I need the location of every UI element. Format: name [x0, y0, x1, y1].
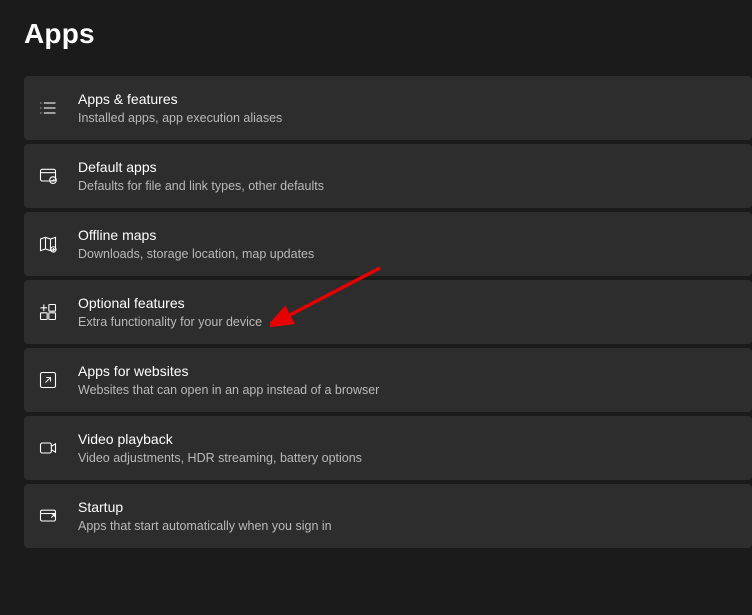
- item-title: Video playback: [78, 430, 362, 448]
- item-subtitle: Defaults for file and link types, other …: [78, 178, 324, 194]
- list-icon: [38, 98, 78, 118]
- item-subtitle: Installed apps, app execution aliases: [78, 110, 282, 126]
- item-apps-for-websites[interactable]: Apps for websites Websites that can open…: [24, 348, 752, 412]
- apps-settings-list: Apps & features Installed apps, app exec…: [24, 76, 752, 548]
- item-title: Offline maps: [78, 226, 314, 244]
- item-title: Apps & features: [78, 90, 282, 108]
- page-title: Apps: [24, 18, 752, 50]
- item-startup[interactable]: Startup Apps that start automatically wh…: [24, 484, 752, 548]
- open-app-icon: [38, 370, 78, 390]
- item-default-apps[interactable]: Default apps Defaults for file and link …: [24, 144, 752, 208]
- item-subtitle: Downloads, storage location, map updates: [78, 246, 314, 262]
- item-title: Default apps: [78, 158, 324, 176]
- item-subtitle: Video adjustments, HDR streaming, batter…: [78, 450, 362, 466]
- item-optional-features[interactable]: Optional features Extra functionality fo…: [24, 280, 752, 344]
- item-apps-and-features[interactable]: Apps & features Installed apps, app exec…: [24, 76, 752, 140]
- item-subtitle: Websites that can open in an app instead…: [78, 382, 379, 398]
- video-icon: [38, 438, 78, 458]
- apps-add-icon: [38, 302, 78, 322]
- map-download-icon: [38, 234, 78, 254]
- item-subtitle: Extra functionality for your device: [78, 314, 262, 330]
- item-title: Optional features: [78, 294, 262, 312]
- item-title: Apps for websites: [78, 362, 379, 380]
- item-offline-maps[interactable]: Offline maps Downloads, storage location…: [24, 212, 752, 276]
- item-title: Startup: [78, 498, 332, 516]
- startup-icon: [38, 506, 78, 526]
- window-check-icon: [38, 166, 78, 186]
- item-subtitle: Apps that start automatically when you s…: [78, 518, 332, 534]
- item-video-playback[interactable]: Video playback Video adjustments, HDR st…: [24, 416, 752, 480]
